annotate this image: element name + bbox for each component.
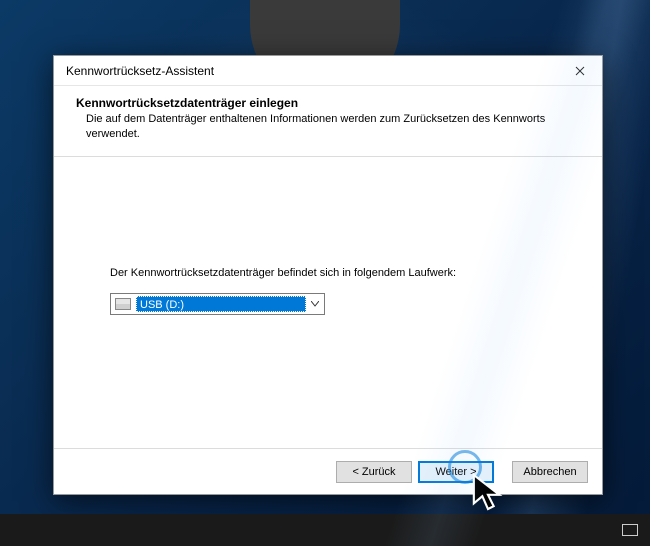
drive-selected-value: USB (D:) — [136, 296, 306, 312]
wizard-header: Kennwortrücksetzdatenträger einlegen Die… — [54, 86, 602, 150]
wizard-content: Der Kennwortrücksetzdatenträger befindet… — [54, 157, 602, 315]
close-icon — [575, 66, 585, 76]
chevron-down-icon — [306, 294, 324, 314]
desktop: Kennwortrücksetz-Assistent Kennwortrücks… — [0, 0, 650, 546]
wizard-heading: Kennwortrücksetzdatenträger einlegen — [76, 96, 580, 110]
tray-keyboard-icon[interactable] — [622, 524, 638, 536]
back-button[interactable]: < Zurück — [336, 461, 412, 483]
wizard-subtext: Die auf dem Datenträger enthaltenen Info… — [76, 112, 580, 142]
drive-combobox[interactable]: USB (D:) — [110, 293, 325, 315]
titlebar: Kennwortrücksetz-Assistent — [54, 56, 602, 86]
button-bar: < Zurück Weiter > Abbrechen — [54, 448, 602, 494]
usb-drive-icon — [115, 298, 131, 310]
next-button[interactable]: Weiter > — [418, 461, 494, 483]
wizard-window: Kennwortrücksetz-Assistent Kennwortrücks… — [53, 55, 603, 495]
taskbar — [0, 514, 650, 546]
cancel-button[interactable]: Abbrechen — [512, 461, 588, 483]
window-title: Kennwortrücksetz-Assistent — [66, 64, 558, 78]
drive-prompt: Der Kennwortrücksetzdatenträger befindet… — [110, 267, 562, 279]
close-button[interactable] — [558, 56, 602, 85]
